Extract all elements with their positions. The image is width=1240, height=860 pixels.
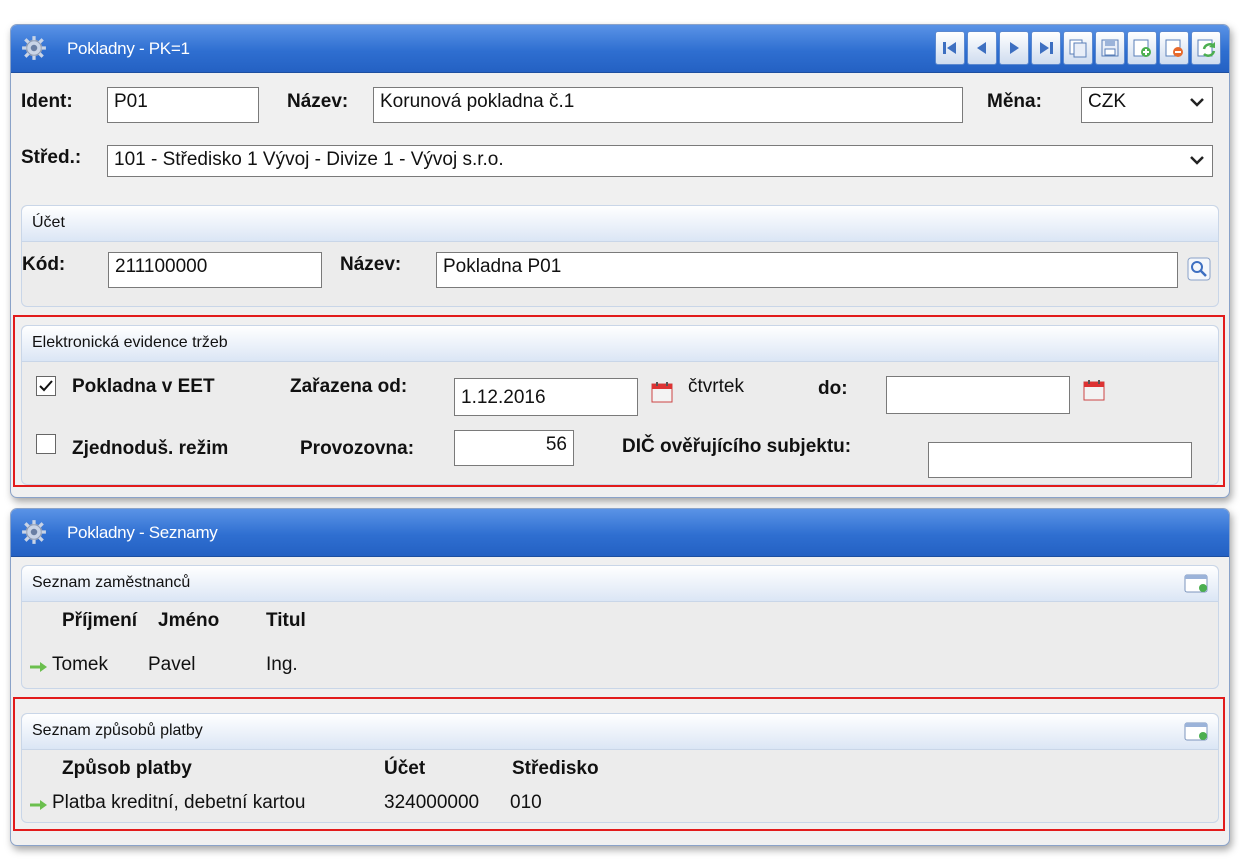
first-record-button[interactable] [935, 31, 965, 65]
account-nazev-input[interactable]: Pokladna P01 [436, 252, 1178, 288]
employees-group: Seznam zaměstnanců Příjmení Jméno Titul … [21, 565, 1219, 689]
refresh-button[interactable] [1191, 31, 1221, 65]
delete-record-button[interactable] [1159, 31, 1189, 65]
payments-highlight-frame [13, 697, 1225, 831]
new-record-button[interactable] [1127, 31, 1157, 65]
ident-value: P01 [114, 91, 148, 112]
last-record-icon [1040, 42, 1053, 54]
column-header[interactable]: Titul [266, 610, 306, 632]
chevron-down-icon [1190, 156, 1204, 165]
chevron-down-icon [1190, 98, 1204, 107]
stred-value: 101 - Středisko 1 Vývoj - Divize 1 - Výv… [114, 149, 504, 170]
lookup-icon[interactable] [1186, 256, 1212, 282]
kod-value: 211100000 [115, 256, 208, 277]
table-cell: Pavel [148, 654, 196, 675]
mena-label: Měna: [987, 91, 1042, 112]
next-record-icon [1010, 42, 1019, 54]
ident-label: Ident: [21, 91, 73, 112]
account-nazev-value: Pokladna P01 [443, 256, 562, 277]
nazev-input[interactable]: Korunová pokladna č.1 [373, 87, 963, 123]
mena-value: CZK [1088, 91, 1126, 112]
delete-record-icon [1165, 39, 1183, 57]
next-record-button[interactable] [999, 31, 1029, 65]
table-cell: Ing. [266, 654, 298, 675]
account-nazev-label: Název: [340, 254, 402, 275]
prev-record-button[interactable] [967, 31, 997, 65]
ident-input[interactable]: P01 [107, 87, 259, 123]
gear-icon [22, 36, 46, 60]
eet-highlight-frame [13, 315, 1225, 487]
lists-panel: Pokladny - Seznamy Seznam zaměstnanců Př… [10, 508, 1230, 846]
add-row-icon[interactable] [1184, 573, 1210, 595]
mena-select[interactable]: CZK [1081, 87, 1213, 123]
save-icon [1101, 39, 1119, 57]
panel-titlebar: Pokladny - Seznamy [11, 509, 1229, 557]
refresh-icon [1197, 39, 1216, 57]
stred-select[interactable]: 101 - Středisko 1 Vývoj - Divize 1 - Výv… [107, 145, 1213, 177]
record-toolbar [935, 31, 1221, 65]
gear-icon [22, 520, 46, 544]
new-record-icon [1133, 39, 1151, 57]
employees-group-title: Seznam zaměstnanců [32, 574, 191, 591]
current-row-arrow-icon [30, 662, 47, 672]
last-record-button[interactable] [1031, 31, 1061, 65]
cash-register-panel: Pokladny - PK=1 Ident: P01 Název: Koruno… [10, 24, 1230, 498]
panel-title: Pokladny - PK=1 [67, 39, 190, 58]
employees-group-header: Seznam zaměstnanců [22, 566, 1218, 602]
account-group-title: Účet [32, 214, 65, 231]
copy-button[interactable] [1063, 31, 1093, 65]
prev-record-icon [977, 42, 986, 54]
column-header[interactable]: Jméno [158, 610, 219, 632]
nazev-value: Korunová pokladna č.1 [380, 91, 575, 112]
kod-label: Kód: [22, 254, 66, 275]
account-group: Účet Kód: 211100000 Název: Pokladna P01 [21, 205, 1219, 307]
panel-title: Pokladny - Seznamy [67, 523, 218, 542]
column-header[interactable]: Příjmení [62, 610, 137, 632]
stred-label: Střed.: [21, 147, 82, 168]
kod-input[interactable]: 211100000 [108, 252, 322, 288]
save-button[interactable] [1095, 31, 1125, 65]
copy-icon [1069, 39, 1087, 58]
nazev-label: Název: [287, 91, 349, 112]
first-record-icon [943, 42, 956, 54]
panel-titlebar: Pokladny - PK=1 [11, 25, 1229, 73]
table-cell: Tomek [52, 654, 108, 675]
account-group-header: Účet [22, 206, 1218, 242]
